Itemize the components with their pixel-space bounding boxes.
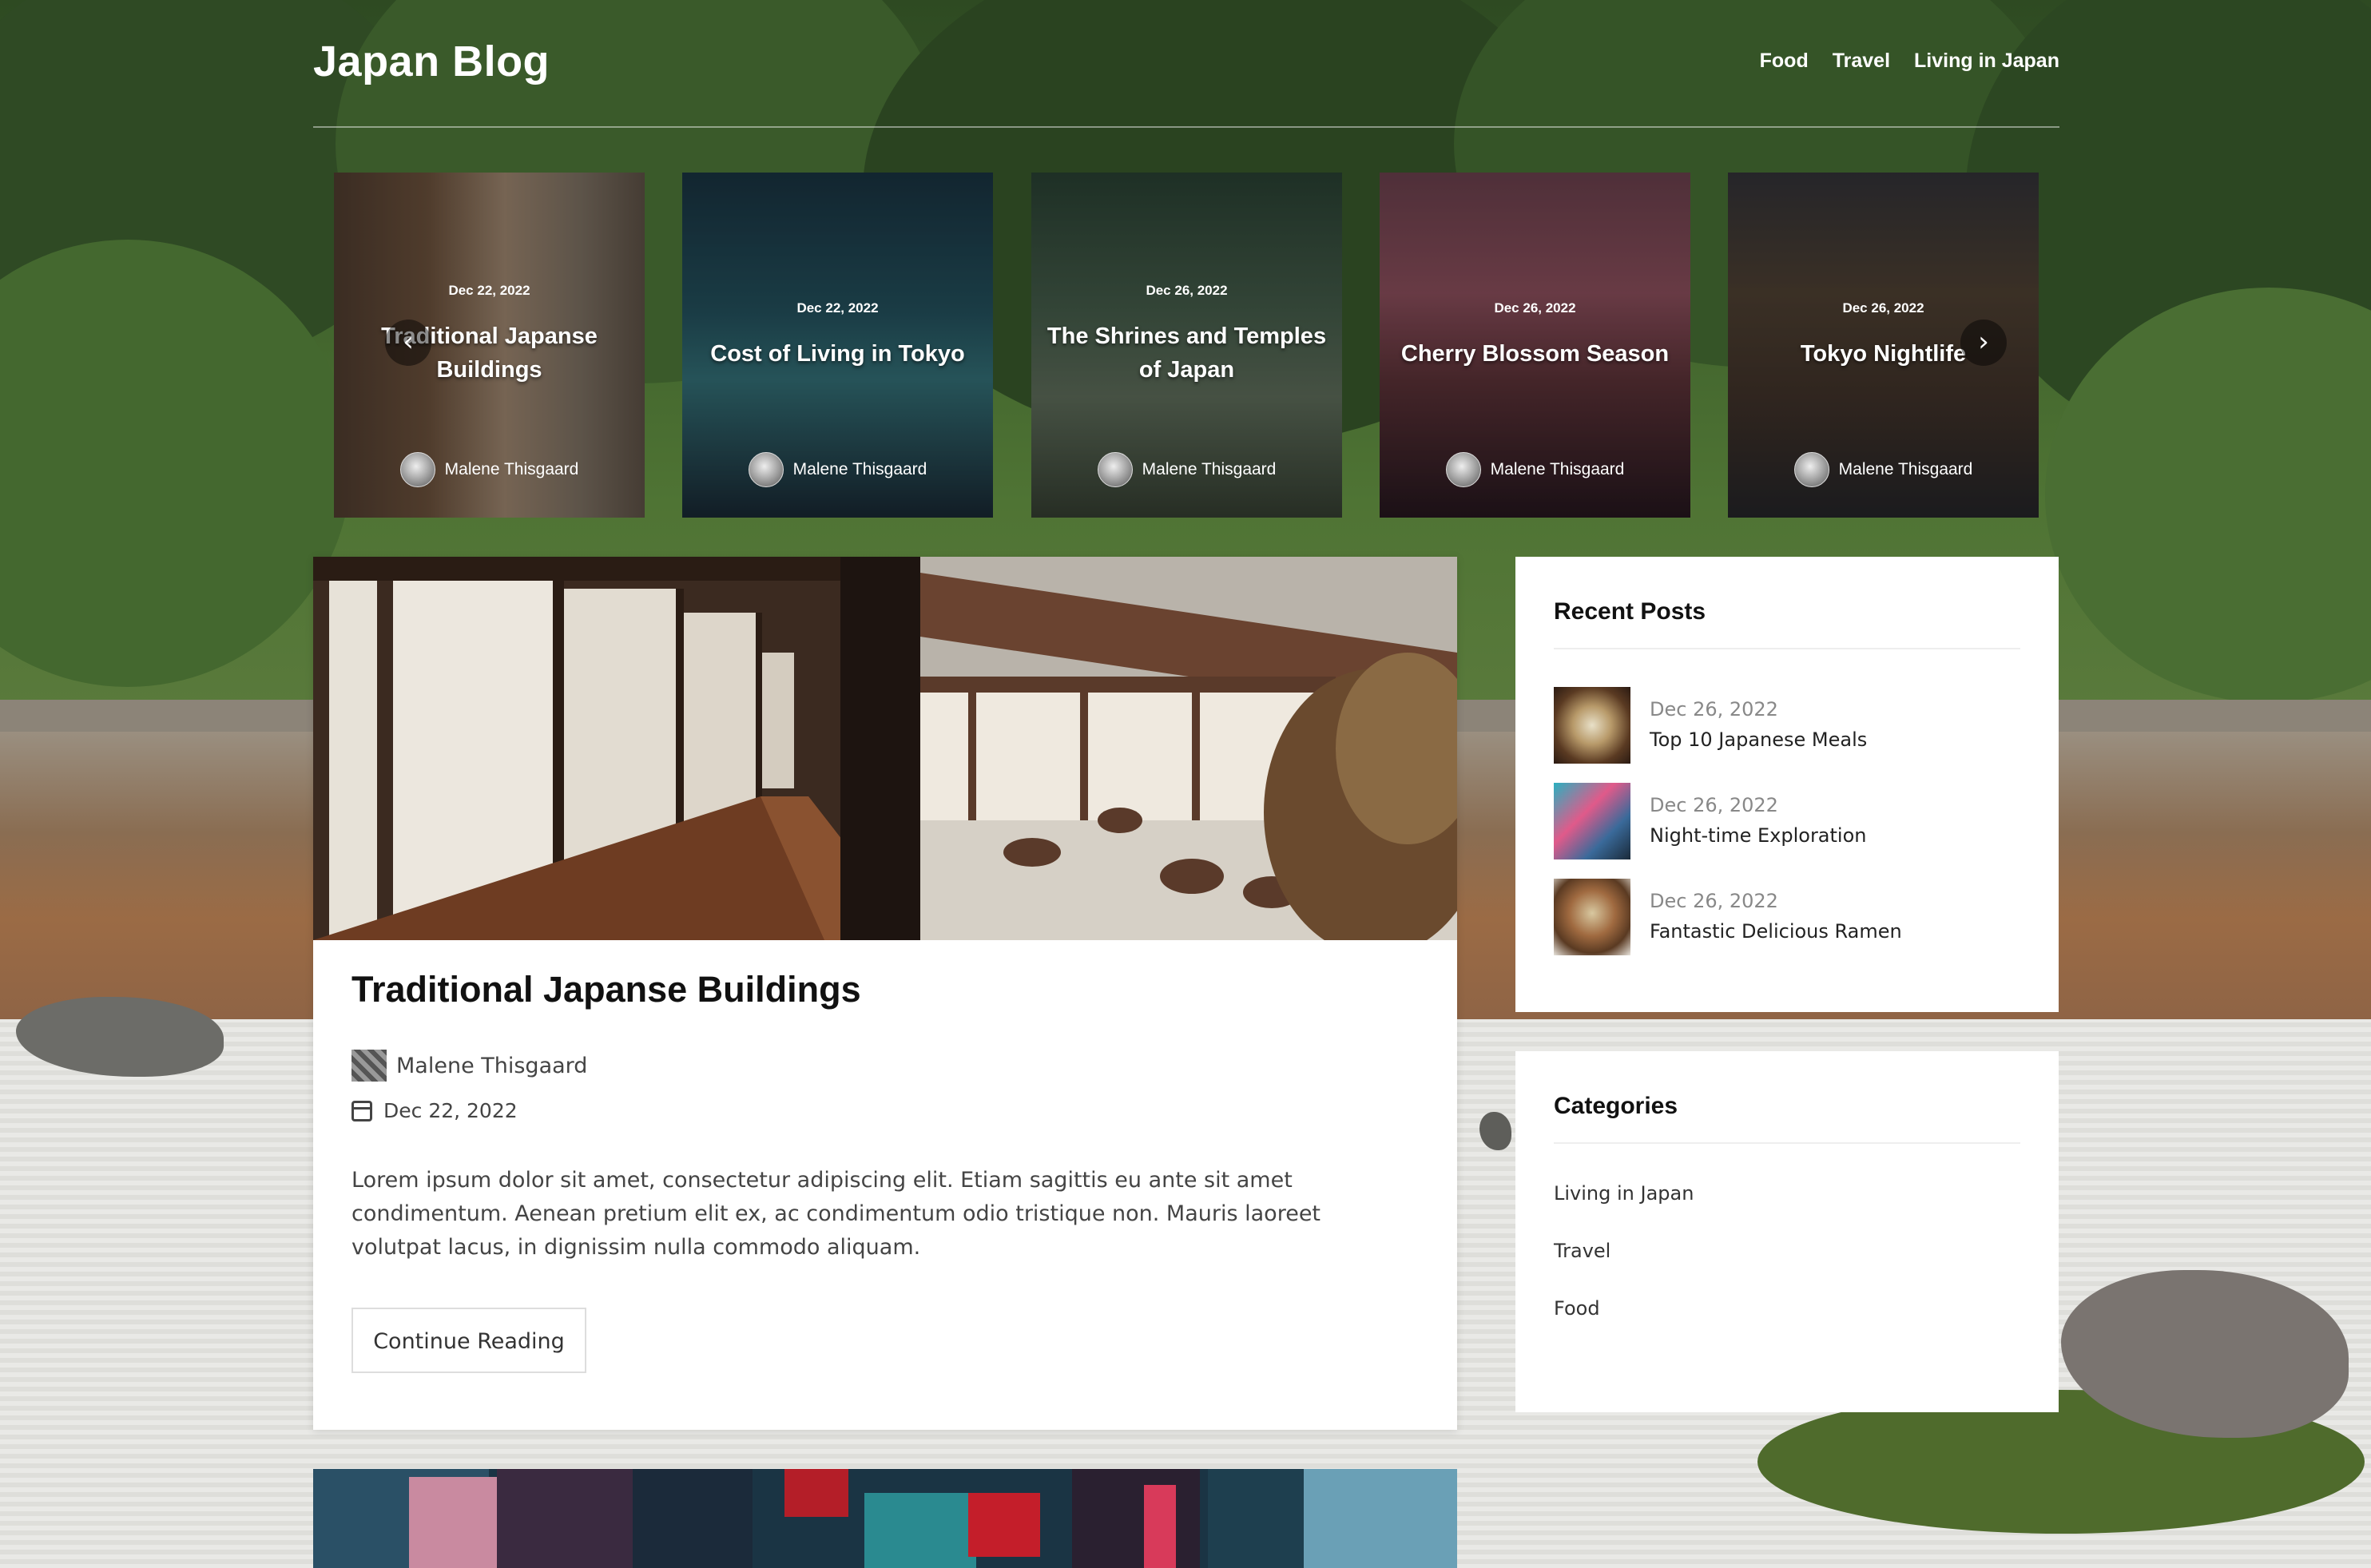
chevron-right-icon[interactable]: › [1960, 320, 2007, 366]
category-link-living-in-japan[interactable]: Living in Japan [1554, 1182, 1694, 1205]
slide-date: Dec 22, 2022 [796, 300, 879, 316]
slide-author: Malene Thisgaard [1728, 452, 2039, 487]
avatar [351, 1050, 387, 1082]
slide-title: Traditional Japanse Buildings [381, 324, 598, 383]
recent-post-date: Dec 26, 2022 [1650, 698, 1778, 720]
post-author-name[interactable]: Malene Thisgaard [396, 1054, 587, 1078]
post-date: Dec 22, 2022 [351, 1099, 518, 1122]
list-item[interactable]: Dec 26, 2022 Night-time Exploration [1554, 783, 1867, 859]
slide-title: Cost of Living in Tokyo [710, 341, 965, 367]
category-link-food[interactable]: Food [1554, 1297, 1600, 1320]
recent-post-title[interactable]: Night-time Exploration [1650, 824, 1867, 847]
slide-title: The Shrines and Temples of Japan [1046, 324, 1327, 383]
post-image-art [313, 557, 1457, 940]
categories-heading: Categories [1554, 1093, 1678, 1119]
post-card: Traditional Japanse Buildings Malene Thi… [313, 557, 1457, 1430]
nav-item-travel[interactable]: Travel [1833, 50, 1890, 73]
avatar [1445, 452, 1481, 487]
recent-post-title[interactable]: Top 10 Japanese Meals [1650, 728, 1867, 751]
post-title[interactable]: Traditional Japanse Buildings [351, 969, 861, 1010]
slide-date: Dec 26, 2022 [1494, 300, 1576, 316]
next-post-image-art [313, 1469, 1457, 1568]
next-post-image[interactable] [313, 1469, 1457, 1568]
post-thumbnail [1554, 879, 1630, 955]
avatar [1793, 452, 1829, 487]
slide-author: Malene Thisgaard [1031, 452, 1342, 487]
slide-author: Malene Thisgaard [682, 452, 993, 487]
carousel-slide[interactable]: Dec 22, 2022 Traditional Japanse Buildin… [334, 173, 645, 518]
slide-date: Dec 22, 2022 [448, 283, 530, 298]
site-header: Japan Blog Food Travel Living in Japan [313, 32, 2059, 128]
continue-reading-button[interactable]: Continue Reading [351, 1308, 586, 1373]
post-thumbnail [1554, 783, 1630, 859]
avatar [748, 452, 784, 487]
featured-carousel: Dec 22, 2022 Traditional Japanse Buildin… [334, 173, 2039, 518]
recent-post-title[interactable]: Fantastic Delicious Ramen [1650, 920, 1902, 943]
list-item[interactable]: Dec 26, 2022 Fantastic Delicious Ramen [1554, 879, 1902, 955]
calendar-icon [351, 1100, 372, 1121]
carousel-slide[interactable]: Dec 22, 2022 Cost of Living in Tokyo Mal… [682, 173, 993, 518]
post-thumbnail [1554, 687, 1630, 764]
avatar [1097, 452, 1133, 487]
avatar [399, 452, 435, 487]
slide-author: Malene Thisgaard [334, 452, 645, 487]
slide-author-name: Malene Thisgaard [1838, 460, 1973, 478]
main-nav: Food Travel Living in Japan [1760, 50, 2059, 73]
site-title[interactable]: Japan Blog [313, 37, 550, 86]
nav-item-living-in-japan[interactable]: Living in Japan [1914, 50, 2059, 73]
recent-posts-widget: Recent Posts Dec 26, 2022 Top 10 Japanes… [1515, 557, 2059, 1012]
carousel-slide[interactable]: Dec 26, 2022 Cherry Blossom Season Malen… [1380, 173, 1690, 518]
carousel-slide[interactable]: Dec 26, 2022 The Shrines and Temples of … [1031, 173, 1342, 518]
slide-author-name: Malene Thisgaard [792, 460, 927, 478]
chevron-left-icon[interactable]: ‹ [385, 320, 431, 366]
post-excerpt: Lorem ipsum dolor sit amet, consectetur … [351, 1168, 1321, 1260]
nav-item-food[interactable]: Food [1760, 50, 1809, 73]
recent-post-date: Dec 26, 2022 [1650, 794, 1778, 816]
slide-author-name: Malene Thisgaard [1142, 460, 1277, 478]
recent-posts-heading: Recent Posts [1554, 598, 1706, 625]
recent-post-date: Dec 26, 2022 [1650, 890, 1778, 912]
post-image[interactable] [313, 557, 1457, 940]
post-author: Malene Thisgaard [351, 1050, 587, 1082]
slide-title: Cherry Blossom Season [1400, 341, 1670, 367]
divider [1554, 648, 2020, 649]
list-item[interactable]: Dec 26, 2022 Top 10 Japanese Meals [1554, 687, 1867, 764]
slide-date: Dec 26, 2022 [1146, 283, 1228, 298]
categories-widget: Categories Living in Japan Travel Food [1515, 1051, 2059, 1412]
divider [1554, 1142, 2020, 1144]
slide-author-name: Malene Thisgaard [1490, 460, 1625, 478]
post-date-text: Dec 22, 2022 [383, 1099, 518, 1122]
slide-author-name: Malene Thisgaard [444, 460, 579, 478]
category-link-travel[interactable]: Travel [1554, 1240, 1610, 1262]
slide-author: Malene Thisgaard [1380, 452, 1690, 487]
slide-date: Dec 26, 2022 [1842, 300, 1924, 316]
